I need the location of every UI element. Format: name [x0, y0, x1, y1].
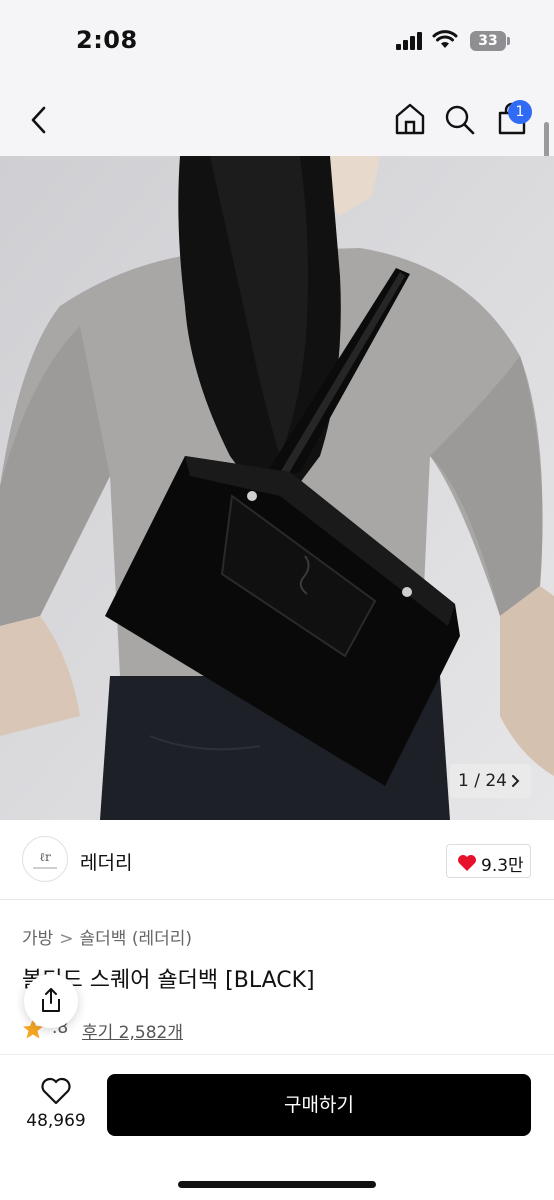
image-counter[interactable]: 1 / 24 — [450, 764, 531, 798]
bottom-action-bar: 48,969 구매하기 — [0, 1054, 554, 1200]
heart-filled-icon — [458, 855, 476, 871]
share-icon — [42, 988, 60, 1012]
store-like-count: 9.3만 — [481, 856, 524, 876]
chevron-left-icon[interactable] — [26, 104, 54, 136]
wifi-icon — [432, 30, 458, 48]
top-nav-bar — [0, 84, 554, 156]
breadcrumb-item[interactable]: 숄더백 (레더리) — [80, 929, 193, 949]
battery-indicator: 33 — [470, 31, 506, 51]
search-icon[interactable] — [444, 104, 476, 136]
home-indicator — [178, 1181, 376, 1188]
image-counter-text: 1 / 24 — [458, 771, 507, 791]
breadcrumb: 가방 > 숄더백 (레더리) — [22, 924, 192, 949]
cellular-signal-icon — [396, 32, 424, 50]
store-row: ℓr 레더리 9.3만 — [0, 820, 554, 900]
product-image[interactable] — [0, 156, 554, 820]
chevron-right-icon — [511, 764, 521, 810]
home-icon[interactable] — [394, 102, 426, 136]
share-button[interactable] — [24, 974, 78, 1028]
heart-outline-icon[interactable] — [40, 1077, 72, 1105]
store-logo-mark-icon: ℓr — [39, 850, 51, 864]
cart-count-badge: 1 — [508, 100, 532, 124]
store-like-button[interactable]: 9.3만 — [446, 844, 531, 878]
status-time: 2:08 — [76, 26, 138, 54]
status-bar: 2:08 33 — [0, 0, 554, 84]
buy-button[interactable]: 구매하기 — [107, 1074, 531, 1136]
battery-tip — [507, 37, 510, 45]
store-name[interactable]: 레더리 — [80, 848, 132, 875]
breadcrumb-item[interactable]: 가방 — [22, 929, 53, 949]
product-photo — [0, 156, 554, 820]
store-logo-line — [33, 867, 57, 869]
wishlist-count: 48,969 — [26, 1111, 86, 1131]
reviews-link[interactable]: 후기 2,582개 — [82, 1018, 183, 1043]
store-logo[interactable]: ℓr — [22, 836, 68, 882]
breadcrumb-separator-icon: > — [59, 929, 74, 949]
